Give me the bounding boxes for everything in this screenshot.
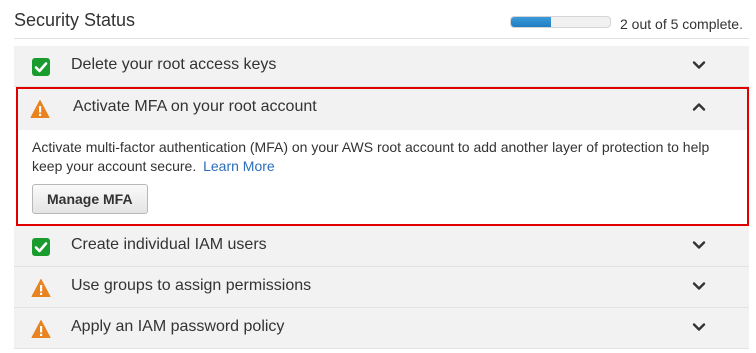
checklist-item-password-policy[interactable]: Apply an IAM password policy xyxy=(14,308,749,349)
chevron-down-icon[interactable] xyxy=(691,237,707,253)
checklist-item-use-groups[interactable]: Use groups to assign permissions xyxy=(14,267,749,308)
checklist-item-header[interactable]: Apply an IAM password policy xyxy=(14,308,749,348)
manage-mfa-button[interactable]: Manage MFA xyxy=(32,184,148,214)
checklist-item-header[interactable]: Create individual IAM users xyxy=(14,226,749,266)
chevron-down-icon[interactable] xyxy=(691,319,707,335)
warning-icon xyxy=(31,279,51,297)
security-checklist: Delete your root access keys Activate MF… xyxy=(14,46,749,349)
chevron-up-icon[interactable] xyxy=(691,99,707,115)
checklist-item-create-iam-users[interactable]: Create individual IAM users xyxy=(14,226,749,267)
checklist-item-activate-mfa[interactable]: Activate MFA on your root account Activa… xyxy=(16,87,749,226)
mfa-description: Activate multi-factor authentication (MF… xyxy=(32,138,732,176)
checklist-item-delete-root-keys[interactable]: Delete your root access keys xyxy=(14,46,749,87)
checklist-item-label: Apply an IAM password policy xyxy=(71,318,285,335)
chevron-down-icon[interactable] xyxy=(691,57,707,73)
checklist-item-header[interactable]: Use groups to assign permissions xyxy=(14,267,749,307)
checklist-item-label: Use groups to assign permissions xyxy=(71,277,312,294)
warning-icon xyxy=(31,320,51,338)
progress-text: 2 out of 5 complete. xyxy=(620,16,743,32)
progress-bar xyxy=(510,16,611,30)
learn-more-link[interactable]: Learn More xyxy=(203,158,275,174)
checklist-item-header[interactable]: Delete your root access keys xyxy=(14,46,749,86)
checklist-item-label: Activate MFA on your root account xyxy=(73,98,317,115)
divider xyxy=(14,38,749,39)
chevron-down-icon[interactable] xyxy=(691,278,707,294)
security-status-header: Security Status 2 out of 5 complete. xyxy=(0,0,756,40)
check-icon xyxy=(32,238,50,256)
checklist-item-header[interactable]: Activate MFA on your root account xyxy=(18,89,747,130)
page-title: Security Status xyxy=(14,10,136,30)
progress-fill xyxy=(511,17,551,27)
checklist-item-label: Delete your root access keys xyxy=(71,56,277,73)
progress-track xyxy=(510,16,611,28)
checklist-item-details: Activate multi-factor authentication (MF… xyxy=(18,130,747,224)
check-icon xyxy=(32,58,50,76)
mfa-description-text: Activate multi-factor authentication (MF… xyxy=(32,139,710,174)
checklist-item-label: Create individual IAM users xyxy=(71,236,267,253)
warning-icon xyxy=(30,100,50,118)
